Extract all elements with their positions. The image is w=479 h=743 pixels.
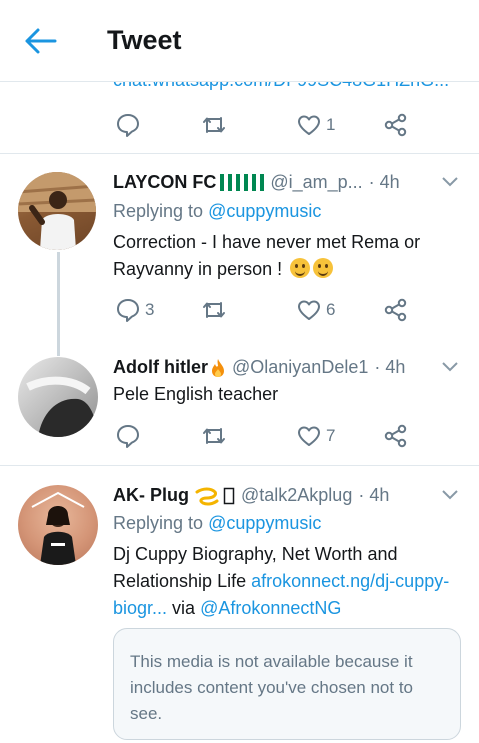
media-notice-text: This media is not available because it i… [130, 652, 413, 723]
heart-icon [298, 426, 320, 446]
replying-label: Replying to [113, 513, 204, 533]
retweet-icon [203, 117, 225, 133]
chevron-down-icon[interactable] [441, 361, 459, 373]
previous-tweet-actions: 1 [113, 110, 413, 140]
retweet-button[interactable] [201, 295, 227, 325]
share-button[interactable] [383, 421, 409, 451]
comment-icon [117, 425, 139, 448]
chevron-down-icon[interactable] [441, 489, 459, 501]
tweet-time: · 4h [368, 172, 400, 192]
nigeria-flag-icon [252, 174, 265, 191]
author-name[interactable]: Adolf hitler [113, 357, 208, 378]
loop-emoji-icon [195, 487, 219, 506]
tweet-author-row: LAYCON FC @i_am_p... · 4h [113, 172, 400, 193]
tweet-author-row: AK- Plug @talk2Akplug · 4h [113, 485, 389, 506]
retweet-button[interactable] [201, 421, 227, 451]
share-button[interactable] [383, 295, 409, 325]
via-mention[interactable]: @AfrokonnectNG [200, 598, 341, 618]
nigeria-flag-icon [236, 174, 249, 191]
smiling-face-icon [313, 258, 334, 278]
share-icon [384, 424, 407, 448]
replying-to-mention[interactable]: @cuppymusic [208, 513, 321, 533]
heart-icon [298, 115, 320, 135]
author-handle[interactable]: @i_am_p... [270, 172, 362, 193]
tweet-text-content: Correction - I have never met Rema or Ra… [113, 232, 421, 279]
avatar[interactable] [18, 485, 98, 565]
retweet-icon [203, 302, 225, 318]
like-count: 1 [326, 115, 336, 134]
avatar[interactable] [18, 172, 96, 250]
share-button[interactable] [383, 110, 409, 140]
share-icon [384, 298, 407, 322]
like-count: 6 [326, 300, 336, 319]
top-bar: Tweet [0, 0, 479, 82]
thread-line [57, 252, 60, 356]
unknown-glyph-icon [223, 487, 235, 504]
author-handle[interactable]: @OlaniyanDele1 [232, 357, 368, 378]
tweet-text: Pele English teacher [113, 384, 279, 404]
tweet-actions: 3 6 [113, 295, 413, 325]
retweet-icon [203, 428, 225, 444]
like-count: 7 [326, 426, 336, 445]
divider [0, 153, 479, 154]
smiling-face-icon [290, 258, 311, 278]
divider [0, 465, 479, 466]
avatar[interactable] [18, 357, 98, 437]
reply-button[interactable] [115, 110, 141, 140]
share-icon [384, 113, 407, 137]
media-unavailable-notice[interactable]: This media is not available because it i… [113, 628, 461, 740]
tweet-actions: 7 [113, 421, 413, 451]
comment-icon [117, 299, 139, 322]
chevron-down-icon[interactable] [441, 176, 459, 188]
replying-to-mention[interactable]: @cuppymusic [208, 201, 321, 221]
tweet-text: Dj Cuppy Biography, Net Worth and Relati… [113, 541, 463, 622]
reply-button[interactable]: 3 [115, 295, 154, 325]
tweet-author-row: Adolf hitler @OlaniyanDele1 · 4h [113, 357, 405, 378]
tweet-time: · 4h [358, 485, 390, 505]
tweet-text: Correction - I have never met Rema or Ra… [113, 229, 458, 283]
replying-to: Replying to @cuppymusic [113, 201, 321, 222]
like-button[interactable]: 1 [296, 110, 335, 140]
reply-button[interactable] [115, 421, 141, 451]
author-name[interactable]: LAYCON FC [113, 172, 216, 193]
heart-icon [298, 300, 320, 320]
fire-icon [212, 358, 224, 377]
like-button[interactable]: 6 [296, 295, 335, 325]
replying-label: Replying to [113, 201, 204, 221]
like-button[interactable]: 7 [296, 421, 335, 451]
back-arrow-icon[interactable] [24, 26, 58, 56]
tweet-time: · 4h [374, 357, 406, 377]
tweet-text-line: Relationship Life afrokonnect.ng/dj-cupp… [113, 568, 463, 622]
reply-count: 3 [145, 300, 155, 319]
tweet-text-line: Dj Cuppy Biography, Net Worth and [113, 544, 398, 564]
nigeria-flag-icon [220, 174, 233, 191]
retweet-button[interactable] [201, 110, 227, 140]
comment-icon [117, 114, 139, 137]
page-title: Tweet [107, 25, 182, 55]
author-name[interactable]: AK- Plug [113, 485, 189, 506]
tweet-text-fragment: Relationship Life [113, 571, 252, 591]
replying-to: Replying to @cuppymusic [113, 513, 321, 534]
author-handle[interactable]: @talk2Akplug [241, 485, 352, 506]
via-text: via [167, 598, 201, 618]
